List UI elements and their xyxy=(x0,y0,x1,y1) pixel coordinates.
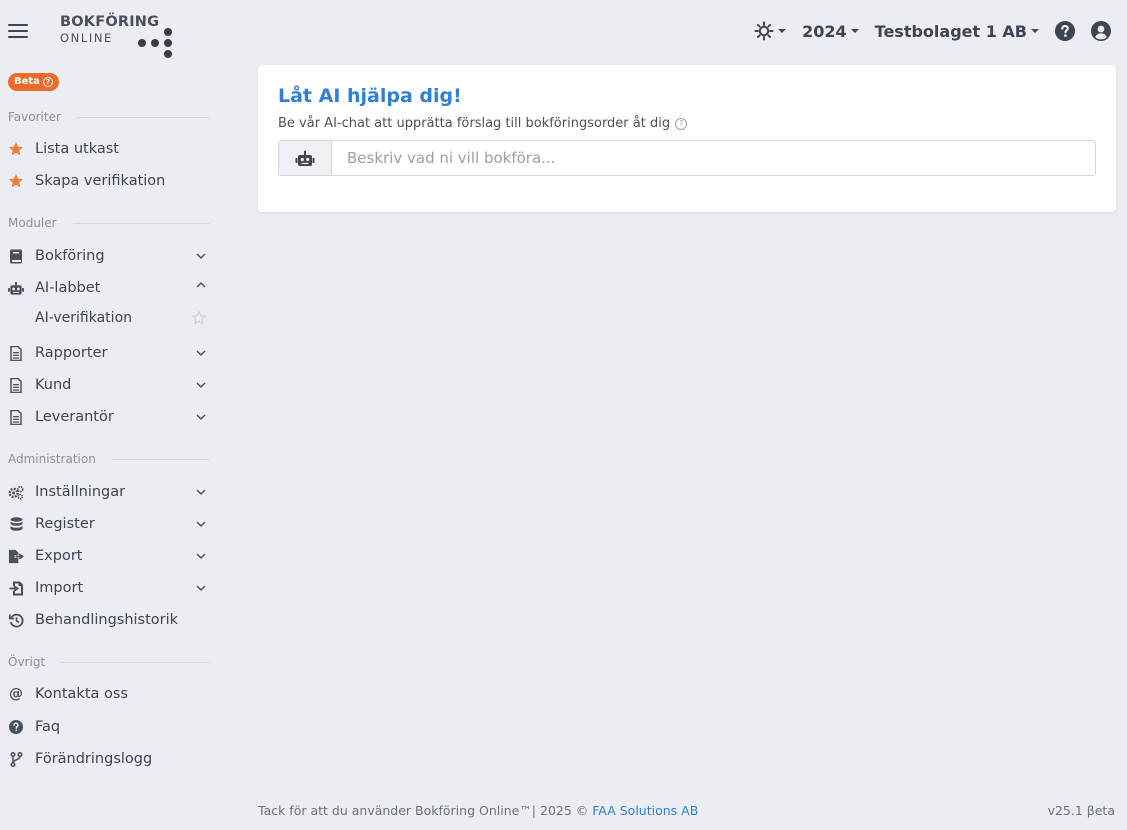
chevron-down-icon xyxy=(196,553,206,559)
sidebar-item-bokforing[interactable]: Bokföring xyxy=(0,242,212,270)
history-icon xyxy=(8,612,24,628)
robot-icon xyxy=(8,280,24,296)
sidebar-item-label: Lista utkast xyxy=(35,141,119,157)
sidebar-item-import[interactable]: Import xyxy=(0,574,212,602)
document-icon xyxy=(8,345,24,361)
hamburger-menu-icon[interactable] xyxy=(8,24,28,39)
year-dropdown[interactable]: 2024 xyxy=(802,22,859,41)
sidebar-item-skapa-verifikation[interactable]: Skapa verifikation xyxy=(0,167,212,195)
sidebar-item-label: Kund xyxy=(35,377,72,393)
sidebar-item-export[interactable]: Export xyxy=(0,542,212,570)
database-icon xyxy=(8,516,24,532)
user-account-button[interactable] xyxy=(1091,21,1111,41)
sidebar-item-label: Kontakta oss xyxy=(35,686,128,702)
user-circle-icon xyxy=(1091,21,1111,41)
question-icon xyxy=(8,719,24,735)
sidebar-item-label: Behandlingshistorik xyxy=(35,612,179,628)
sidebar-item-register[interactable]: Register xyxy=(0,510,212,538)
star-icon xyxy=(8,141,24,157)
chevron-down-icon xyxy=(196,350,206,356)
sidebar-item-rapporter[interactable]: Rapporter xyxy=(0,339,212,367)
sidebar-item-label: Förändringslogg xyxy=(35,751,153,767)
card-subtitle: Be vår AI-chat att upprätta förslag till… xyxy=(278,116,688,131)
star-outline-icon[interactable] xyxy=(191,310,207,326)
chevron-up-icon xyxy=(196,282,206,288)
branch-icon xyxy=(8,751,24,767)
sidebar-item-forandringslogg[interactable]: Förändringslogg xyxy=(0,745,212,773)
sidebar-item-label: Export xyxy=(35,548,83,564)
version-label: v25.1 βeta xyxy=(1047,803,1115,818)
export-icon xyxy=(8,548,24,564)
chevron-down-icon xyxy=(196,489,206,495)
star-icon xyxy=(8,173,24,189)
import-icon xyxy=(8,580,24,596)
section-administration: Administration xyxy=(8,452,210,466)
card-subtitle-text: Be vår AI-chat att upprätta förslag till… xyxy=(278,116,671,131)
sidebar-item-label: Register xyxy=(35,516,95,532)
sidebar-item-label: Inställningar xyxy=(35,484,126,500)
footer: Tack för att du använder Bokföring Onlin… xyxy=(258,803,698,818)
ai-chat-input[interactable] xyxy=(332,141,1095,175)
sidebar-item-installningar[interactable]: Inställningar xyxy=(0,478,212,506)
sidebar-item-label: Leverantör xyxy=(35,409,114,425)
sidebar-item-behandlingshistorik[interactable]: Behandlingshistorik xyxy=(0,606,212,634)
beta-label: Beta xyxy=(14,76,40,87)
sidebar-item-kontakta-oss[interactable]: @ Kontakta oss xyxy=(0,680,212,708)
chevron-down-icon xyxy=(196,253,206,259)
help-icon xyxy=(1055,21,1075,41)
sidebar-item-label: Bokföring xyxy=(35,248,105,264)
ai-chat-input-group xyxy=(278,140,1096,176)
help-button[interactable] xyxy=(1055,21,1075,41)
footer-company-link[interactable]: FAA Solutions AB xyxy=(592,803,698,818)
sidebar-item-lista-utkast[interactable]: Lista utkast xyxy=(0,135,212,163)
sidebar-item-label: Rapporter xyxy=(35,345,108,361)
sidebar-item-label: Import xyxy=(35,580,84,596)
section-modules-label: Moduler xyxy=(8,216,57,230)
company-label: Testbolaget 1 AB xyxy=(874,21,1027,41)
year-label: 2024 xyxy=(802,21,847,41)
top-bar: BOKFÖRING ONLINE 2024 Testbolaget 1 AB xyxy=(0,0,1127,62)
top-right-controls: 2024 Testbolaget 1 AB xyxy=(754,18,1111,44)
sidebar-item-kund[interactable]: Kund xyxy=(0,371,212,399)
sidebar-item-label: AI-verifikation xyxy=(35,310,133,326)
sidebar-item-leverantor[interactable]: Leverantör xyxy=(0,403,212,431)
robot-icon xyxy=(279,141,332,175)
chevron-down-icon xyxy=(196,585,206,591)
question-circle-icon[interactable]: ? xyxy=(675,117,688,130)
question-circle-icon: ? xyxy=(42,77,53,87)
theme-dropdown[interactable] xyxy=(754,21,787,41)
document-icon xyxy=(8,377,24,393)
footer-text: Tack för att du använder Bokföring Onlin… xyxy=(258,803,593,818)
section-modules: Moduler xyxy=(8,216,210,230)
section-favorites-label: Favoriter xyxy=(8,110,61,124)
logo-dots-icon xyxy=(138,28,172,58)
theme-caret-icon xyxy=(778,29,787,33)
section-other-label: Övrigt xyxy=(8,655,46,669)
gears-icon xyxy=(8,484,24,500)
beta-badge[interactable]: Beta ? xyxy=(8,73,59,91)
sidebar-item-label: AI-labbet xyxy=(35,280,101,296)
sidebar-item-ai-verifikation[interactable]: AI-verifikation xyxy=(0,304,212,332)
sidebar-item-ai-labbet[interactable]: AI-labbet xyxy=(0,274,212,302)
section-administration-label: Administration xyxy=(8,452,96,466)
book-icon xyxy=(8,248,24,264)
sun-icon xyxy=(754,21,774,41)
section-favorites: Favoriter xyxy=(8,110,210,124)
company-caret-icon xyxy=(1031,29,1039,33)
sidebar-item-label: Faq xyxy=(35,719,61,735)
logo[interactable]: BOKFÖRING ONLINE xyxy=(60,14,172,58)
at-icon: @ xyxy=(9,686,23,702)
sidebar-item-faq[interactable]: Faq xyxy=(0,713,212,741)
chevron-down-icon xyxy=(196,382,206,388)
ai-help-card: Låt AI hjälpa dig! Be vår AI-chat att up… xyxy=(258,65,1116,212)
card-title: Låt AI hjälpa dig! xyxy=(278,85,462,107)
sidebar-item-label: Skapa verifikation xyxy=(35,173,166,189)
section-other: Övrigt xyxy=(8,655,210,669)
document-icon xyxy=(8,409,24,425)
company-dropdown[interactable]: Testbolaget 1 AB xyxy=(875,22,1039,41)
sidebar: Beta ? Favoriter Lista utkast Skapa veri… xyxy=(0,62,222,802)
chevron-down-icon xyxy=(196,521,206,527)
year-caret-icon xyxy=(850,29,859,33)
chevron-down-icon xyxy=(196,414,206,420)
